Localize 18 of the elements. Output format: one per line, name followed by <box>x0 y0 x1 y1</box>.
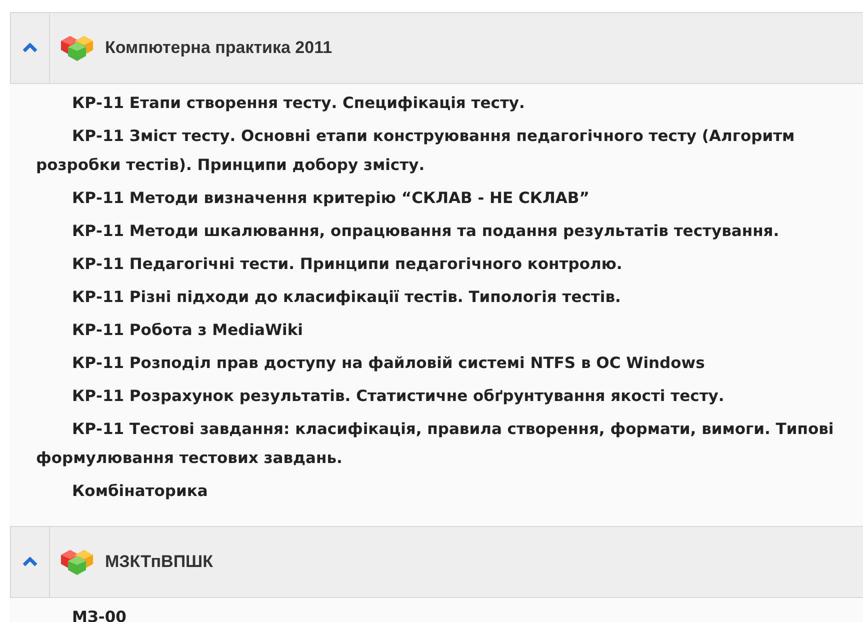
page-link[interactable]: Комбінаторика <box>36 477 851 506</box>
page-link[interactable]: КР-11 Тестові завдання: класифікація, правила створення, формати, вимоги. Типові формулювання тестових завдань. <box>36 415 851 473</box>
page-link[interactable]: КР-11 Методи визначення критерію “СКЛАВ - НЕ СКЛАВ” <box>36 184 851 213</box>
page-link[interactable]: КР-11 Методи шкалювання, опрацювання та подання результатів тестування. <box>36 217 851 246</box>
page-link[interactable]: КР-11 Зміст тесту. Основні етапи конструювання педагогічного тесту (Алгоритм розробки тестів). Принципи добору змісту. <box>36 122 851 180</box>
page-link[interactable]: КР-11 Різні підходи до класифікації тестів. Типологія тестів. <box>36 283 851 312</box>
cubes-icon <box>59 547 95 577</box>
page-link[interactable]: КР-11 Розрахунок результатів. Статистичне обґрунтування якості тесту. <box>36 382 851 411</box>
page-link[interactable]: КР-11 Робота з MediaWiki <box>36 316 851 345</box>
page-link[interactable]: КР-11 Педагогічні тести. Принципи педагогічного контролю. <box>36 250 851 279</box>
caret-icon <box>22 43 38 53</box>
section-title: МЗКТпВПШК <box>105 552 213 572</box>
page-link[interactable]: КР-11 Етапи створення тесту. Специфікація тесту. <box>36 89 851 118</box>
cubes-icon <box>59 33 95 63</box>
page-link[interactable]: КР-11 Розподіл прав доступу на файловій системі NTFS в ОС Windows <box>36 349 851 378</box>
section-title: Компютерна практика 2011 <box>105 38 332 58</box>
page-link[interactable]: МЗ-00 <box>36 603 851 622</box>
caret-icon <box>22 557 38 567</box>
